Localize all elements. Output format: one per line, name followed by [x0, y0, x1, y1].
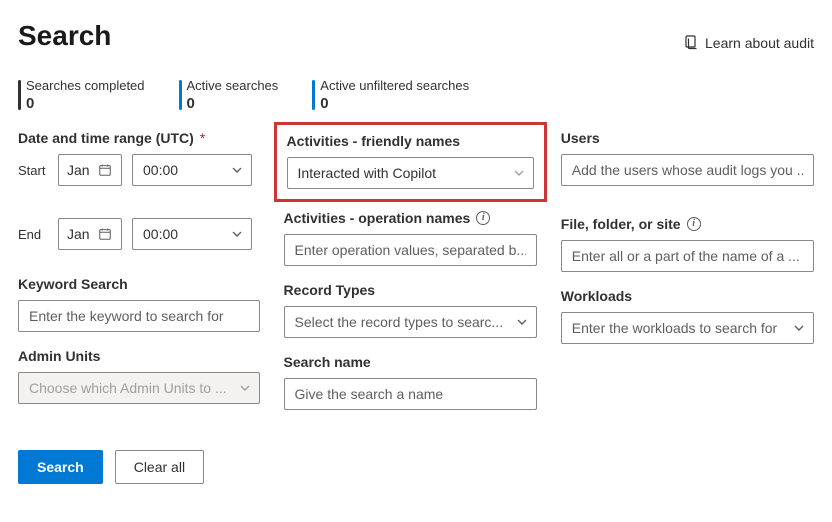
activities-ops-input[interactable] [284, 234, 537, 266]
workloads-label: Workloads [561, 288, 814, 304]
required-asterisk: * [200, 130, 205, 146]
search-name-input[interactable] [284, 378, 537, 410]
activities-friendly-highlight: Activities - friendly names Interacted w… [274, 122, 547, 202]
calendar-icon [98, 163, 112, 177]
chevron-down-icon [513, 167, 525, 179]
counters-row: Searches completed 0 Active searches 0 A… [18, 78, 814, 112]
end-date-picker[interactable]: Jan [58, 218, 122, 250]
calendar-icon [98, 227, 112, 241]
counter-searches-completed: Searches completed 0 [18, 78, 145, 112]
learn-about-audit-label: Learn about audit [705, 35, 814, 51]
users-input[interactable] [561, 154, 814, 186]
end-label: End [18, 227, 48, 242]
activities-friendly-label: Activities - friendly names [287, 133, 534, 149]
activities-ops-label: Activities - operation names i [284, 210, 537, 226]
chevron-down-icon [239, 382, 251, 394]
chevron-down-icon [231, 228, 243, 240]
start-date-picker[interactable]: Jan [58, 154, 122, 186]
search-button[interactable]: Search [18, 450, 103, 484]
clear-all-button[interactable]: Clear all [115, 450, 204, 484]
chevron-down-icon [231, 164, 243, 176]
page-title: Search [18, 20, 111, 52]
info-icon[interactable]: i [476, 211, 490, 225]
date-range-label: Date and time range (UTC) * [18, 130, 260, 146]
chevron-down-icon [793, 322, 805, 334]
activities-friendly-select[interactable]: Interacted with Copilot [287, 157, 534, 189]
users-label: Users [561, 130, 814, 146]
info-icon[interactable]: i [687, 217, 701, 231]
admin-units-label: Admin Units [18, 348, 260, 364]
record-types-select[interactable]: Select the record types to searc... [284, 306, 537, 338]
file-folder-label: File, folder, or site i [561, 216, 814, 232]
admin-units-select[interactable]: Choose which Admin Units to ... [18, 372, 260, 404]
record-types-label: Record Types [284, 282, 537, 298]
end-time-select[interactable]: 00:00 [132, 218, 252, 250]
keyword-search-label: Keyword Search [18, 276, 260, 292]
stack-icon [683, 34, 699, 53]
chevron-down-icon [516, 316, 528, 328]
file-folder-input[interactable] [561, 240, 814, 272]
learn-about-audit-link[interactable]: Learn about audit [683, 34, 814, 53]
start-label: Start [18, 163, 48, 178]
search-name-label: Search name [284, 354, 537, 370]
start-time-select[interactable]: 00:00 [132, 154, 252, 186]
workloads-select[interactable]: Enter the workloads to search for [561, 312, 814, 344]
keyword-search-input[interactable] [18, 300, 260, 332]
counter-active-unfiltered: Active unfiltered searches 0 [312, 78, 469, 112]
counter-active-searches: Active searches 0 [179, 78, 279, 112]
